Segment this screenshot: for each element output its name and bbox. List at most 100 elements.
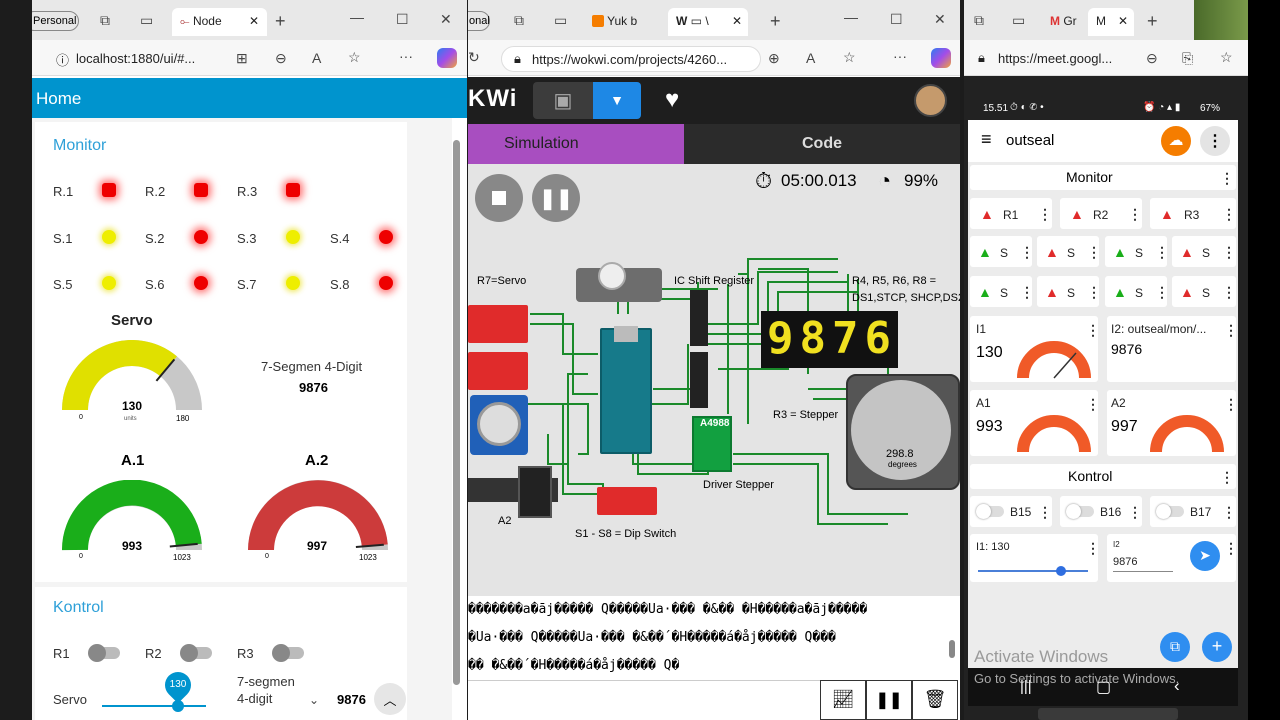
close-tab-icon[interactable]: ✕ [249, 14, 259, 28]
close-window-icon[interactable]: ✕ [934, 12, 946, 26]
toggle-switch[interactable] [272, 644, 304, 662]
new-tab-icon[interactable]: + [275, 12, 286, 30]
minimize-icon[interactable]: — [350, 10, 364, 24]
send-button[interactable]: ➤ [1190, 541, 1220, 571]
tab-actions-icon[interactable]: ▭ [1012, 13, 1025, 27]
card-menu-icon[interactable]: ⋮ [1220, 469, 1234, 486]
tab-actions-icon[interactable]: ▭ [140, 13, 153, 27]
button-card[interactable]: B16 ⋮ [1060, 496, 1142, 527]
card-menu-icon[interactable]: ⋮ [1222, 284, 1236, 301]
tab-simulation[interactable]: Simulation [468, 124, 684, 164]
close-window-icon[interactable]: ✕ [440, 12, 452, 26]
app-icon[interactable]: ⊞ [236, 51, 248, 65]
card-menu-icon[interactable]: ⋮ [1155, 284, 1169, 301]
like-icon[interactable]: ♥ [665, 86, 679, 114]
card-menu-icon[interactable]: ⋮ [1155, 244, 1169, 261]
card-menu-icon[interactable]: ⋮ [1087, 284, 1101, 301]
button-card[interactable]: B17 ⋮ [1150, 496, 1236, 527]
tab-meet[interactable]: M ✕ [1088, 8, 1134, 36]
zoom-icon[interactable]: ⊖ [1146, 51, 1158, 65]
card-menu-icon[interactable]: ⋮ [1038, 504, 1052, 521]
card-menu-icon[interactable]: ⋮ [1220, 170, 1234, 187]
url-field[interactable]: 🔒︎ https://wokwi.com/projects/4260... [501, 46, 761, 72]
overflow-menu-icon[interactable]: ⋮ [1200, 126, 1230, 156]
toggle-switch[interactable] [1156, 504, 1184, 519]
slider-thumb[interactable] [1056, 566, 1066, 576]
profile-button[interactable]: onal [468, 11, 490, 31]
toggle-switch[interactable] [976, 504, 1004, 519]
card-menu-icon[interactable]: ⋮ [1128, 504, 1142, 521]
servo-slider[interactable] [102, 705, 206, 707]
card-menu-icon[interactable]: ⋮ [1038, 206, 1052, 223]
pause-console-button[interactable]: ❚❚ [866, 680, 912, 720]
copilot-icon[interactable] [931, 48, 951, 68]
card-menu-icon[interactable]: ⋮ [1224, 396, 1238, 413]
url-field[interactable]: 🔒︎ https://meet.googl... [968, 46, 1146, 72]
card-menu-icon[interactable]: ⋮ [1128, 206, 1142, 223]
close-tab-icon[interactable]: ✕ [1118, 14, 1128, 28]
workspaces-icon[interactable]: ⧉ [974, 13, 984, 27]
chevron-down-icon[interactable]: ⌄ [309, 694, 319, 706]
maximize-icon[interactable]: ☐ [890, 12, 903, 26]
more-icon[interactable]: ··· [399, 49, 413, 63]
slider-track[interactable] [978, 570, 1088, 572]
read-aloud-icon[interactable]: A [806, 51, 815, 65]
save-dropdown-button[interactable]: ▼ [593, 82, 641, 119]
card-menu-icon[interactable]: ⋮ [1222, 504, 1236, 521]
scroll-up-button[interactable]: ︿ [374, 683, 406, 715]
card-menu-icon[interactable]: ⋮ [1020, 244, 1034, 261]
new-tab-icon[interactable]: + [770, 12, 781, 30]
button-card[interactable]: B15 ⋮ [970, 496, 1052, 527]
maximize-icon[interactable]: ☐ [396, 12, 409, 26]
profile-button[interactable]: Personal [32, 11, 79, 31]
cloud-button[interactable]: ☁ [1161, 126, 1191, 156]
minimize-icon[interactable]: — [844, 10, 858, 24]
card-menu-icon[interactable]: ⋮ [1020, 284, 1034, 301]
tab-gmail[interactable]: M Gr [1042, 8, 1086, 36]
card-menu-icon[interactable]: ⋮ [1224, 540, 1238, 557]
toggle-switch[interactable] [1066, 504, 1094, 519]
card-menu-icon[interactable]: ⋮ [1086, 540, 1100, 557]
favorite-icon[interactable]: ☆ [348, 50, 361, 64]
avatar[interactable] [914, 84, 947, 117]
clear-console-button[interactable]: 🗑︎ [912, 680, 958, 720]
potentiometer[interactable] [470, 395, 528, 455]
card-menu-icon[interactable]: ⋮ [1222, 206, 1236, 223]
card-menu-icon[interactable]: ⋮ [1087, 244, 1101, 261]
card-menu-icon[interactable]: ⋮ [1224, 322, 1238, 339]
console-scrollbar[interactable] [949, 640, 955, 658]
i2-input-value[interactable]: 9876 [1113, 556, 1173, 572]
copilot-icon[interactable] [437, 48, 457, 68]
plotter-button[interactable]: 📈︎ [820, 680, 866, 720]
cast-icon[interactable]: ⎘ [1182, 51, 1193, 65]
tab-node-red[interactable]: ⟜ Node ✕ [172, 8, 267, 36]
save-button[interactable]: ▣ [533, 82, 593, 119]
favorite-icon[interactable]: ☆ [843, 50, 856, 64]
tab-wokwi[interactable]: W ▭ \ ✕ [668, 8, 748, 36]
dip-switch[interactable] [597, 487, 657, 515]
new-tab-icon[interactable]: + [1147, 12, 1158, 30]
favorite-icon[interactable]: ☆ [1220, 50, 1233, 64]
close-tab-icon[interactable]: ✕ [732, 14, 742, 28]
more-icon[interactable]: ··· [893, 49, 907, 63]
add-fab[interactable]: + [1202, 632, 1232, 662]
zoom-icon[interactable]: ⊖ [275, 51, 287, 65]
tab-actions-icon[interactable]: ▭ [554, 13, 567, 27]
card-menu-icon[interactable]: ⋮ [1222, 244, 1236, 261]
zoom-icon[interactable]: ⊕ [768, 51, 780, 65]
menu-icon[interactable]: ≡ [981, 129, 992, 150]
copy-fab[interactable]: ⧉ [1160, 632, 1190, 662]
toggle-switch[interactable] [180, 644, 212, 662]
card-menu-icon[interactable]: ⋮ [1086, 396, 1100, 413]
card-menu-icon[interactable]: ⋮ [1086, 322, 1100, 339]
workspaces-icon[interactable]: ⧉ [514, 13, 524, 27]
workspaces-icon[interactable]: ⧉ [100, 13, 110, 27]
console-input[interactable] [468, 680, 820, 720]
url-field[interactable]: ⓘ localhost:1880/ui/#... [46, 46, 221, 72]
scrollbar[interactable] [453, 140, 460, 685]
reload-icon[interactable]: ↻ [468, 50, 480, 64]
tab-code[interactable]: Code [684, 124, 960, 164]
pot-knob[interactable] [477, 402, 521, 446]
tab-blogger[interactable]: Yuk b [584, 8, 648, 36]
slide-knob[interactable] [518, 466, 552, 518]
